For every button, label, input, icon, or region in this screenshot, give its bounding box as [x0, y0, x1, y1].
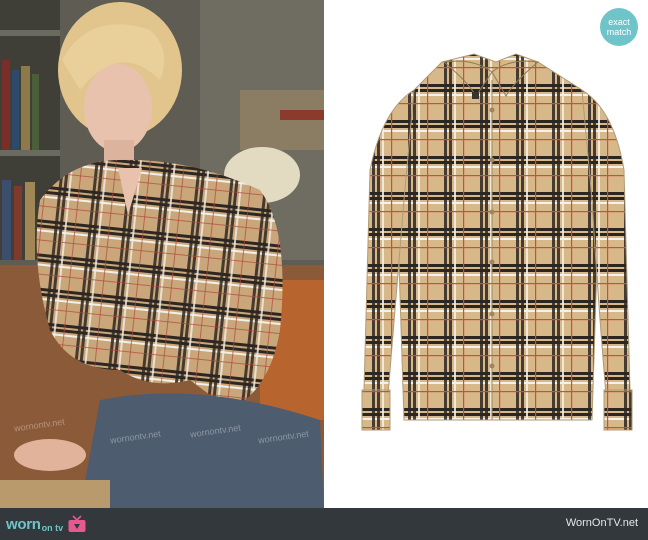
badge-line2: match [606, 27, 632, 37]
scene-photo: wornontv.net wornontv.net wornontv.net w… [0, 0, 324, 508]
product-photo: exact match [324, 0, 648, 508]
tv-icon [68, 515, 86, 532]
logo-tagline: on tv [41, 523, 64, 533]
site-logo[interactable]: worn on tv [6, 512, 87, 536]
badge-line1: exact [608, 17, 630, 27]
site-name-text: WornOnTV.net [565, 517, 638, 529]
exact-match-badge: exact match [600, 8, 638, 46]
footer-bar: worn on tv WornOnTV.net [0, 508, 648, 540]
logo-wordmark: worn [6, 515, 41, 533]
